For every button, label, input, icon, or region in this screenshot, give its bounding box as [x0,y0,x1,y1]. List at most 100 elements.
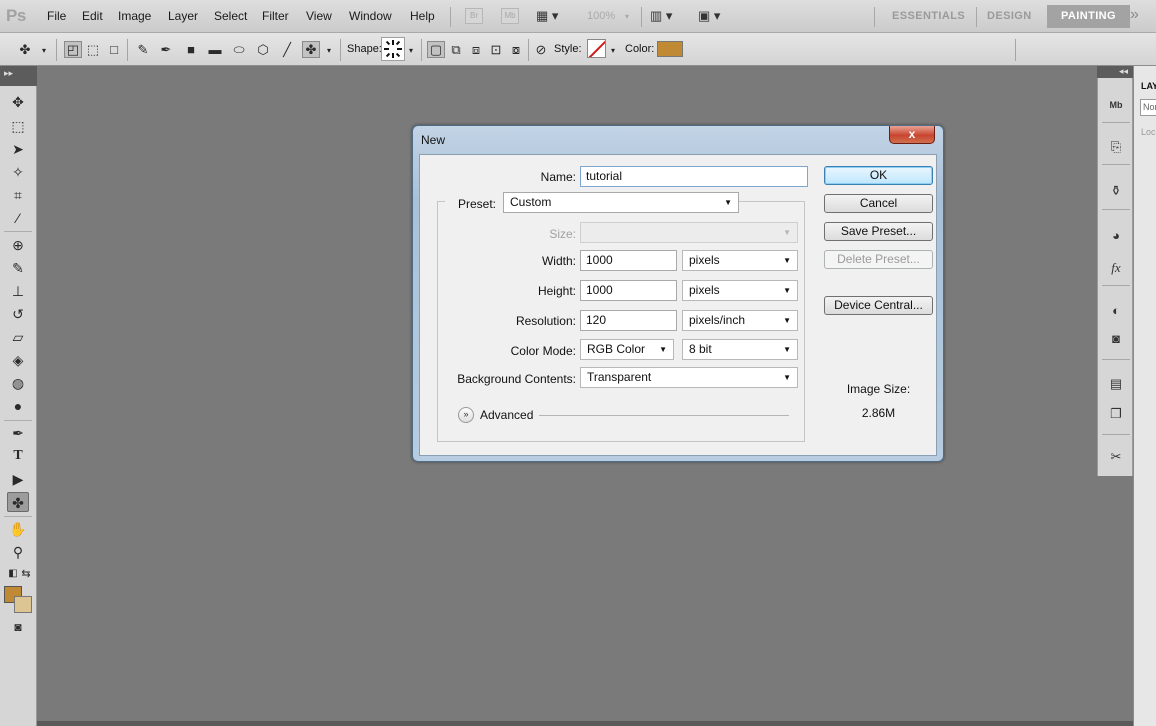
masks-icon[interactable]: ◙ [1105,329,1127,349]
marquee-tool-icon[interactable]: ⬚ [7,116,29,136]
save-preset-button[interactable]: Save Preset... [824,222,933,241]
crop-tool-icon[interactable]: ⌗ [7,185,29,205]
workspace-design[interactable]: DESIGN [987,10,1032,22]
menu-image[interactable]: Image [118,9,151,23]
paths-icon[interactable]: ⬚ [84,41,102,58]
blur-tool-icon[interactable]: ◍ [7,373,29,393]
layers-icon[interactable]: ▤ [1105,374,1127,394]
advanced-expand-icon[interactable]: » [458,407,474,423]
cancel-button[interactable]: Cancel [824,194,933,213]
shape-picker[interactable] [381,37,405,61]
history-brush-tool-icon[interactable]: ↺ [7,304,29,324]
bit-depth-select[interactable]: 8 bit ▼ [682,339,798,360]
menu-file[interactable]: File [47,9,66,23]
path-selection-tool-icon[interactable]: ▶ [7,469,29,489]
shape-picker-dropdown-icon[interactable]: ▾ [409,46,413,55]
screen-mode-icon[interactable]: ▣ ▾ [698,8,730,25]
device-central-button[interactable]: Device Central... [824,296,933,315]
name-input[interactable]: tutorial [580,166,808,187]
ok-button[interactable]: OK [824,166,933,185]
type-tool-icon[interactable]: T [7,446,29,466]
hand-tool-icon[interactable]: ✋ [7,519,29,539]
view-extras-icon[interactable]: ▦ ▾ [536,8,568,25]
subtract-from-shape-area-icon[interactable]: ⧈ [467,41,485,58]
eraser-tool-icon[interactable]: ▱ [7,327,29,347]
lasso-tool-icon[interactable]: ➤ [7,139,29,159]
mini-bridge-button[interactable]: Mb [501,8,519,24]
brush-tool-icon[interactable]: ✎ [7,258,29,278]
menu-select[interactable]: Select [214,9,247,23]
rounded-rectangle-icon[interactable]: ▬ [206,41,224,58]
height-unit-select[interactable]: pixels ▼ [682,280,798,301]
eyedropper-tool-icon[interactable]: ⁄ [7,208,29,228]
swap-colors-icon[interactable]: ⇆ [15,564,37,584]
brush-presets-icon[interactable]: ⚱ [1105,181,1127,201]
menu-layer[interactable]: Layer [168,9,198,23]
workspace-painting[interactable]: PAINTING [1047,5,1130,28]
more-workspaces-icon[interactable]: » [1130,6,1139,24]
swatches-icon[interactable]: ◕ [1105,226,1127,246]
move-tool-icon[interactable]: ✥ [7,92,29,112]
tool-presets-icon[interactable]: ✂ [1105,447,1127,467]
zoom-level[interactable]: 100% [587,10,615,22]
channels-icon[interactable]: ❐ [1105,404,1127,424]
resolution-input[interactable]: 120 [580,310,677,331]
clone-stamp-tool-icon[interactable]: ⊥ [7,281,29,301]
width-input[interactable]: 1000 [580,250,677,271]
custom-shape-icon[interactable]: ✤ [302,41,320,58]
bridge-button[interactable]: Br [465,8,483,24]
paint-bucket-tool-icon[interactable]: ◈ [7,350,29,370]
height-input[interactable]: 1000 [580,280,677,301]
arrange-documents-icon[interactable]: ▥ ▾ [650,8,682,25]
dodge-tool-icon[interactable]: ● [7,396,29,416]
collapse-panel-icon[interactable]: ◂◂ [1119,66,1128,77]
rectangle-icon[interactable]: ■ [182,41,200,58]
create-new-shape-layer-icon[interactable]: ▢ [427,41,445,58]
menu-view[interactable]: View [306,9,332,23]
menu-edit[interactable]: Edit [82,9,103,23]
zoom-tool-icon[interactable]: ⚲ [7,542,29,562]
mini-bridge-icon[interactable]: Mb [1105,95,1127,115]
history-icon[interactable]: ⎘ [1105,137,1127,157]
quick-mask-icon[interactable]: ◙ [7,617,29,637]
menu-filter[interactable]: Filter [262,9,289,23]
exclude-overlapping-shape-areas-icon[interactable]: ⧇ [507,41,525,58]
pen-tool-icon[interactable]: ✒ [7,423,29,443]
link-icon[interactable]: ⊘ [532,41,550,58]
layers-tab[interactable]: LAY [1141,81,1156,91]
width-unit-select[interactable]: pixels ▼ [682,250,798,271]
polygon-icon[interactable]: ⬡ [254,41,272,58]
color-swatch[interactable] [657,41,683,57]
add-to-shape-area-icon[interactable]: ⧉ [447,41,465,58]
expand-panel-icon[interactable]: ▸▸ [4,68,13,79]
intersect-shape-areas-icon[interactable]: ⊡ [487,41,505,58]
healing-brush-tool-icon[interactable]: ⊕ [7,235,29,255]
styles-icon[interactable]: fx [1105,258,1127,278]
resolution-unit-select[interactable]: pixels/inch ▼ [682,310,798,331]
style-dropdown-icon[interactable]: ▾ [611,46,615,55]
background-color[interactable] [14,596,32,613]
tool-preset-dropdown-icon[interactable]: ▾ [42,46,46,55]
tool-preset-picker-icon[interactable]: ✤ [16,41,34,58]
pen-icon[interactable]: ✎ [134,41,152,58]
toolbox-header[interactable]: ▸▸ [0,66,37,86]
menu-window[interactable]: Window [349,9,392,23]
dock-header[interactable]: ◂◂ [1097,66,1133,78]
preset-select[interactable]: Custom ▼ [503,192,739,213]
zoom-dropdown-icon[interactable]: ▾ [625,12,629,21]
dialog-close-button[interactable]: x [889,126,935,144]
geometry-options-dropdown-icon[interactable]: ▾ [327,46,331,55]
ellipse-icon[interactable]: ⬭ [230,41,248,58]
custom-shape-tool-icon[interactable]: ✤ [7,492,29,512]
line-icon[interactable]: ╱ [278,41,296,58]
background-contents-select[interactable]: Transparent ▼ [580,367,798,388]
quick-selection-tool-icon[interactable]: ✧ [7,162,29,182]
blend-mode-select[interactable]: Nor [1140,99,1156,116]
shape-layers-icon[interactable]: ◰ [64,41,82,58]
workspace-essentials[interactable]: ESSENTIALS [892,10,965,22]
fill-pixels-icon[interactable]: □ [105,41,123,58]
style-swatch[interactable] [587,39,606,58]
adjustments-icon[interactable]: ◐ [1105,301,1127,321]
color-mode-select[interactable]: RGB Color ▼ [580,339,674,360]
menu-help[interactable]: Help [410,9,435,23]
